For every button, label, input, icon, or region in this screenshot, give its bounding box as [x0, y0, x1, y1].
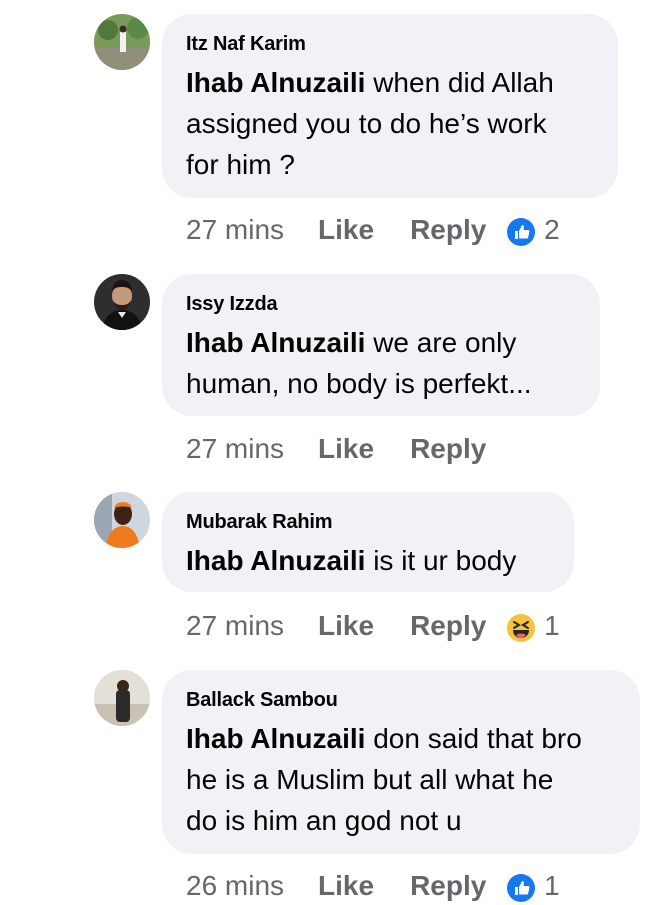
reaction-count: 2 — [544, 214, 560, 245]
comment-timestamp[interactable]: 26 mins — [186, 869, 284, 903]
like-button[interactable]: Like — [318, 869, 374, 903]
comment-author[interactable]: Itz Naf Karim — [186, 32, 594, 56]
reply-button[interactable]: Reply — [410, 213, 486, 247]
reaction-count: 1 — [544, 610, 560, 641]
avatar-photo — [94, 14, 150, 70]
avatar[interactable] — [94, 492, 150, 548]
comment-text: Ihab Alnuzaili don said that bro he is a… — [186, 718, 616, 841]
comment-text-line: when did Allah — [365, 67, 554, 98]
comment-text-line: do is him an god not u — [186, 805, 462, 836]
like-button[interactable]: Like — [318, 432, 374, 466]
comment-bubble: Ballack Sambou Ihab Alnuzaili don said t… — [162, 670, 640, 854]
comment-text-line: don said that bro — [365, 723, 582, 754]
avatar-photo — [94, 670, 150, 726]
like-reaction-icon — [507, 873, 536, 902]
comment-meta: 27 mins Like Reply 2 — [186, 213, 560, 247]
reply-button[interactable]: Reply — [410, 869, 486, 903]
comment-timestamp[interactable]: 27 mins — [186, 213, 284, 247]
mention-link[interactable]: Ihab Alnuzaili — [186, 67, 365, 98]
reaction-summary[interactable]: 2 — [506, 213, 560, 247]
reaction-summary[interactable]: 1 — [506, 869, 560, 903]
mention-link[interactable]: Ihab Alnuzaili — [186, 545, 365, 576]
haha-reaction-icon — [507, 613, 536, 642]
comment-text-line: we are only — [365, 327, 517, 358]
like-button[interactable]: Like — [318, 609, 374, 643]
comment-timestamp[interactable]: 27 mins — [186, 432, 284, 466]
avatar-photo — [94, 492, 150, 548]
comment-text: Ihab Alnuzaili is it ur body — [186, 540, 550, 581]
comment-author[interactable]: Mubarak Rahim — [186, 510, 550, 534]
mention-link[interactable]: Ihab Alnuzaili — [186, 723, 365, 754]
avatar[interactable] — [94, 670, 150, 726]
comment-text: Ihab Alnuzaili we are only human, no bod… — [186, 322, 576, 404]
comment-text-line: human, no body is perfekt... — [186, 368, 532, 399]
reaction-count: 1 — [544, 870, 560, 901]
comment-meta: 27 mins Like Reply — [186, 432, 506, 466]
comment-bubble: Mubarak Rahim Ihab Alnuzaili is it ur bo… — [162, 492, 574, 592]
comment-meta: 27 mins Like Reply 1 — [186, 609, 560, 643]
comment-timestamp[interactable]: 27 mins — [186, 609, 284, 643]
reply-button[interactable]: Reply — [410, 609, 486, 643]
reply-button[interactable]: Reply — [410, 432, 486, 466]
comment-author[interactable]: Issy Izzda — [186, 292, 576, 316]
avatar[interactable] — [94, 274, 150, 330]
mention-link[interactable]: Ihab Alnuzaili — [186, 327, 365, 358]
comment-author[interactable]: Ballack Sambou — [186, 688, 616, 712]
avatar-photo — [94, 274, 150, 330]
reaction-summary[interactable]: 1 — [506, 609, 560, 643]
like-reaction-icon — [507, 217, 536, 246]
comment-text-line: is it ur body — [365, 545, 517, 576]
comment-text: Ihab Alnuzaili when did Allah assigned y… — [186, 62, 594, 185]
comment-bubble: Issy Izzda Ihab Alnuzaili we are only hu… — [162, 274, 600, 416]
comment-text-line: assigned you to do he’s work — [186, 108, 547, 139]
comment-text-line: he is a Muslim but all what he — [186, 764, 554, 795]
avatar[interactable] — [94, 14, 150, 70]
comment-bubble: Itz Naf Karim Ihab Alnuzaili when did Al… — [162, 14, 618, 198]
like-button[interactable]: Like — [318, 213, 374, 247]
comment-text-line: for him ? — [186, 149, 295, 180]
comment-meta: 26 mins Like Reply 1 — [186, 869, 560, 903]
